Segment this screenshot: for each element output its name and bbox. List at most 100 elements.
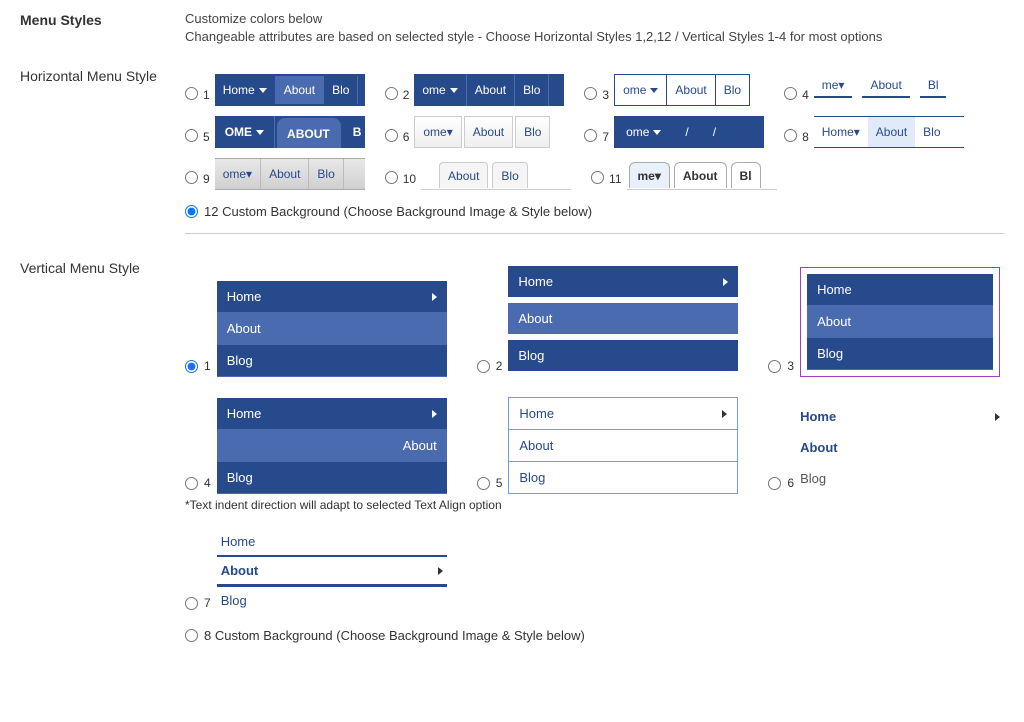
section-title: Menu Styles bbox=[20, 10, 185, 28]
preview-item-about: About bbox=[276, 76, 324, 104]
horizontal-preview-3: ome About Blo bbox=[614, 74, 764, 106]
horizontal-custom-label: 12 Custom Background (Choose Background … bbox=[204, 204, 592, 219]
preview-item-about: ABOUT bbox=[277, 118, 341, 148]
preview-item-about: About bbox=[464, 116, 513, 148]
option-number: 4 bbox=[204, 476, 211, 490]
preview-item-home: Home bbox=[217, 398, 447, 430]
horizontal-radio-6[interactable] bbox=[385, 129, 398, 142]
option-number: 11 bbox=[609, 172, 621, 186]
vertical-radio-4[interactable] bbox=[185, 477, 198, 490]
horizontal-option-1: 1 Home About Blo bbox=[185, 74, 365, 106]
horizontal-option-7: 7 ome / / bbox=[584, 116, 764, 148]
horizontal-option-3: 3 ome About Blo bbox=[584, 74, 764, 106]
preview-item-blog: Bl bbox=[920, 74, 947, 98]
preview-item-blog: Blo bbox=[492, 162, 527, 188]
horizontal-option-9: 9 ome ▾ About Blo bbox=[185, 158, 365, 190]
horizontal-option-8: 8 Home ▾ About Blo bbox=[784, 116, 964, 148]
preview-item-about: About bbox=[666, 74, 715, 106]
horizontal-preview-8: Home ▾ About Blo bbox=[814, 116, 964, 148]
vertical-radio-2[interactable] bbox=[477, 360, 490, 373]
vertical-preview-7: Home About Blog bbox=[217, 528, 447, 614]
preview-item-blog: Blog bbox=[807, 338, 993, 370]
vertical-style-label: Vertical Menu Style bbox=[20, 256, 185, 276]
preview-item-about: About bbox=[674, 162, 727, 188]
horizontal-preview-9: ome ▾ About Blo bbox=[215, 158, 365, 190]
preview-item-spacer bbox=[421, 158, 437, 184]
chevron-down-icon bbox=[259, 88, 267, 93]
vertical-option-4: 4 Home About Blog bbox=[185, 397, 447, 494]
preview-item-home: ome bbox=[414, 74, 466, 106]
preview-item-blog: Blog bbox=[508, 340, 738, 371]
vertical-radio-8[interactable] bbox=[185, 629, 198, 642]
horizontal-radio-7[interactable] bbox=[584, 129, 597, 142]
preview-item-about: About bbox=[508, 303, 738, 334]
vertical-option-2: 2 Home About Blog bbox=[477, 266, 739, 377]
horizontal-radio-8[interactable] bbox=[784, 129, 797, 142]
vertical-radio-6[interactable] bbox=[768, 477, 781, 490]
divider bbox=[185, 233, 1004, 234]
vertical-option-6: 6 Home About Blog bbox=[768, 397, 1000, 494]
horizontal-radio-5[interactable] bbox=[185, 129, 198, 142]
horizontal-style-label: Horizontal Menu Style bbox=[20, 64, 185, 84]
preview-item-about: About bbox=[800, 432, 1000, 463]
preview-item-home: ome ▾ bbox=[215, 159, 261, 189]
preview-item-divider: / bbox=[701, 116, 728, 148]
horizontal-preview-1: Home About Blo bbox=[215, 74, 365, 106]
vertical-option-3: 3 Home About Blog bbox=[768, 266, 1000, 377]
preview-item-blog: Bl bbox=[731, 162, 761, 188]
horizontal-radio-12[interactable] bbox=[185, 205, 198, 218]
preview-item-blog: Blo bbox=[324, 76, 358, 104]
preview-item-divider: / bbox=[673, 116, 700, 148]
preview-item-home: me ▾ bbox=[629, 162, 670, 188]
chevron-right-icon bbox=[723, 278, 728, 286]
preview-item-blog: Blog bbox=[509, 462, 737, 493]
vertical-footnote: *Text indent direction will adapt to sel… bbox=[185, 498, 1004, 512]
vertical-preview-3: Home About Blog bbox=[800, 267, 1000, 377]
vertical-radio-1[interactable] bbox=[185, 360, 198, 373]
option-number: 5 bbox=[496, 476, 503, 490]
vertical-preview-1: Home About Blog bbox=[217, 281, 447, 377]
vertical-option-7: 7 Home About Blog bbox=[185, 528, 447, 614]
option-number: 4 bbox=[802, 88, 809, 102]
vertical-radio-3[interactable] bbox=[768, 360, 781, 373]
chevron-right-icon bbox=[722, 410, 727, 418]
preview-item-home: Home ▾ bbox=[814, 117, 868, 147]
chevron-down-icon bbox=[650, 88, 658, 93]
horizontal-radio-4[interactable] bbox=[784, 87, 797, 100]
horizontal-preview-11: me ▾ About Bl bbox=[627, 158, 777, 190]
preview-item-about: About bbox=[467, 74, 515, 106]
horizontal-radio-10[interactable] bbox=[385, 171, 398, 184]
description-line-2: Changeable attributes are based on selec… bbox=[185, 28, 1004, 46]
preview-item-about: About bbox=[868, 117, 915, 147]
preview-item-blog: Blo bbox=[309, 159, 343, 189]
vertical-option-8: 8 Custom Background (Choose Background I… bbox=[185, 628, 1004, 643]
chevron-down-icon bbox=[450, 88, 458, 93]
option-number: 6 bbox=[403, 130, 410, 144]
horizontal-style-grid: 1 Home About Blo 2 ome About Blo bbox=[185, 74, 1004, 190]
preview-item-home: me ▾ bbox=[814, 74, 853, 98]
horizontal-radio-11[interactable] bbox=[591, 171, 604, 184]
preview-item-about: About bbox=[509, 430, 737, 462]
preview-item-blog: Blo bbox=[915, 117, 948, 147]
horizontal-preview-10: About Blo bbox=[421, 158, 571, 190]
horizontal-radio-1[interactable] bbox=[185, 87, 198, 100]
preview-item-blog: Blo bbox=[715, 74, 750, 106]
preview-item-home: Home bbox=[800, 401, 1000, 432]
vertical-radio-5[interactable] bbox=[477, 477, 490, 490]
option-number: 2 bbox=[403, 88, 410, 102]
option-number: 1 bbox=[203, 88, 210, 102]
chevron-right-icon bbox=[432, 293, 437, 301]
preview-item-about: About bbox=[217, 313, 447, 345]
vertical-radio-7[interactable] bbox=[185, 597, 198, 610]
preview-item-home: ome bbox=[614, 116, 673, 148]
vertical-option-1: 1 Home About Blog bbox=[185, 266, 447, 377]
horizontal-preview-5: OME ABOUT B bbox=[215, 116, 365, 148]
horizontal-radio-9[interactable] bbox=[185, 171, 198, 184]
horizontal-radio-3[interactable] bbox=[584, 87, 597, 100]
chevron-right-icon bbox=[438, 567, 443, 575]
option-number: 3 bbox=[787, 359, 794, 373]
horizontal-preview-2: ome About Blo bbox=[414, 74, 564, 106]
option-number: 5 bbox=[203, 130, 210, 144]
preview-item-about: About bbox=[807, 306, 993, 338]
horizontal-radio-2[interactable] bbox=[385, 87, 398, 100]
